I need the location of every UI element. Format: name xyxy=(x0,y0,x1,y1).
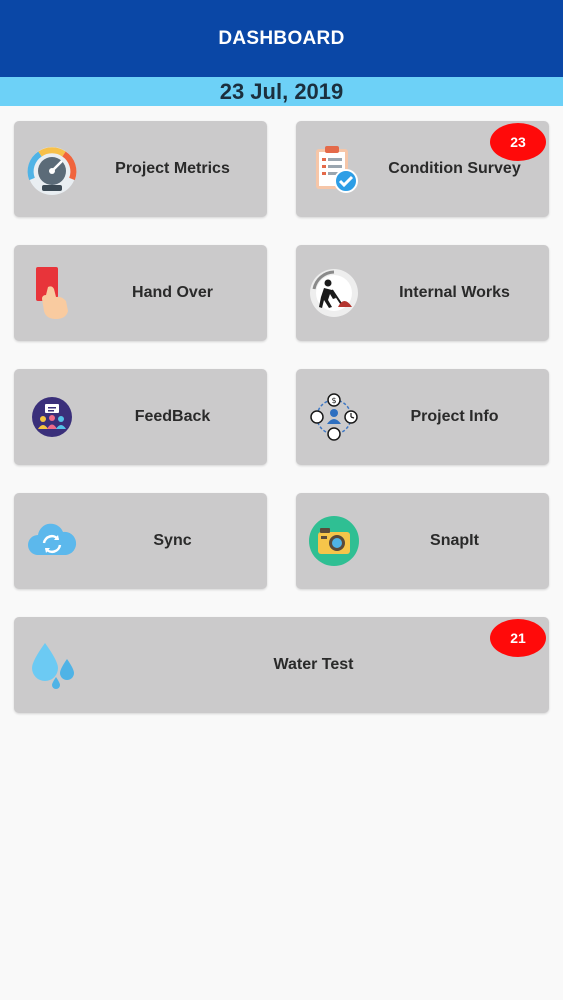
date-strip: 23 Jul, 2019 xyxy=(0,77,563,106)
project-info-tile[interactable]: $ Project Info xyxy=(296,369,549,465)
project-metrics-tile[interactable]: Project Metrics xyxy=(14,121,267,217)
condition-survey-badge: 23 xyxy=(490,123,546,161)
feedback-people-icon xyxy=(26,391,78,443)
current-date: 23 Jul, 2019 xyxy=(219,78,344,104)
tile-label: Internal Works xyxy=(399,284,510,301)
construction-worker-icon xyxy=(308,267,360,319)
gauge-icon xyxy=(26,143,78,195)
tile-label: Project Metrics xyxy=(115,160,230,177)
snapit-tile[interactable]: SnapIt xyxy=(296,493,549,589)
water-drops-icon xyxy=(26,639,78,691)
page-title: DASHBOARD xyxy=(218,27,345,49)
tile-label: Water Test xyxy=(273,656,354,673)
app-bar: DASHBOARD xyxy=(0,0,563,77)
svg-text:$: $ xyxy=(331,396,336,405)
tile-label: FeedBack xyxy=(134,408,211,425)
clipboard-check-icon xyxy=(308,143,360,195)
tile-label: SnapIt xyxy=(430,532,479,549)
water-test-tile[interactable]: Water Test xyxy=(14,617,549,713)
water-test-badge: 21 xyxy=(490,619,546,657)
internal-works-tile[interactable]: Internal Works xyxy=(296,245,549,341)
cloud-sync-icon xyxy=(26,515,78,567)
project-network-icon: $ xyxy=(308,391,360,443)
tile-label: Hand Over xyxy=(132,284,213,301)
tile-label: Sync xyxy=(153,532,192,549)
sync-tile[interactable]: Sync xyxy=(14,493,267,589)
tile-label: Project Info xyxy=(410,408,499,425)
hand-card-icon xyxy=(26,267,78,319)
hand-over-tile[interactable]: Hand Over xyxy=(14,245,267,341)
feedback-tile[interactable]: FeedBack xyxy=(14,369,267,465)
camera-icon xyxy=(308,515,360,567)
